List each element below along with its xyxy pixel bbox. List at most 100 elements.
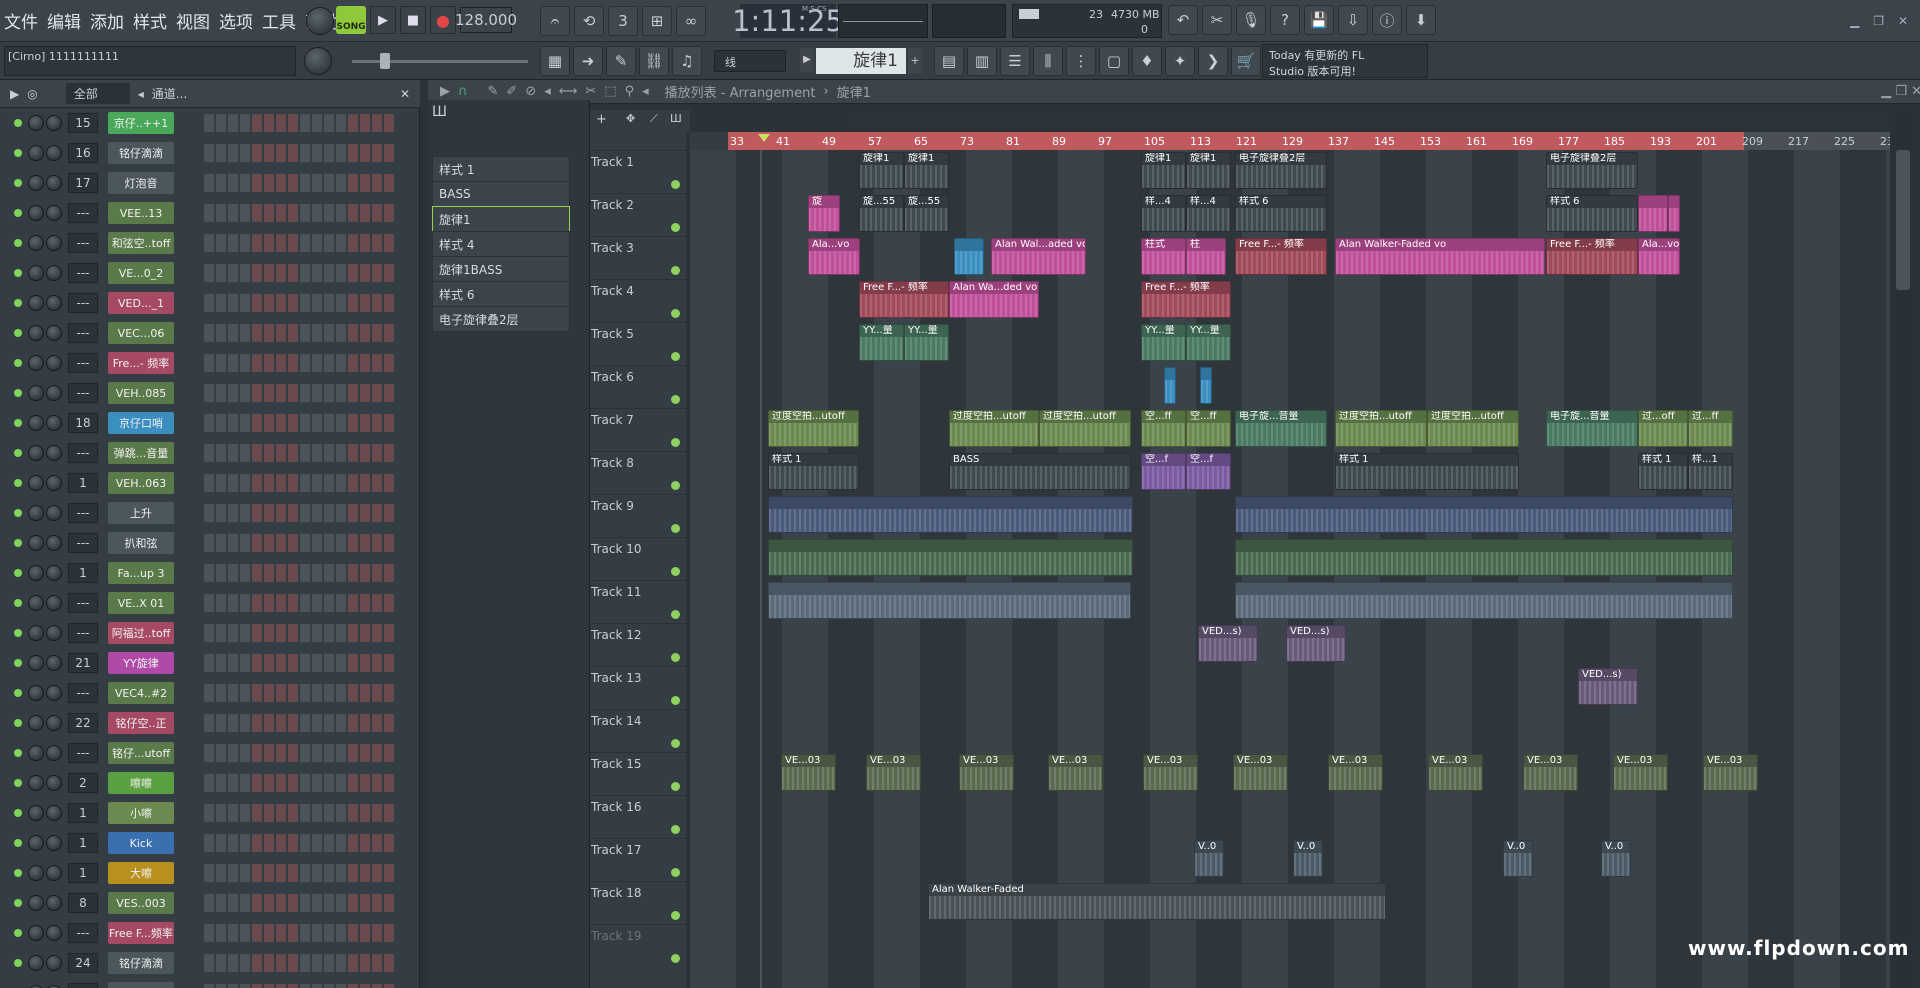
step-button[interactable] <box>240 984 250 988</box>
step-button[interactable] <box>252 534 262 552</box>
step-button[interactable] <box>300 294 310 312</box>
step-button[interactable] <box>204 534 214 552</box>
step-button[interactable] <box>276 744 286 762</box>
channel-pan-knob[interactable] <box>28 205 44 221</box>
step-button[interactable] <box>300 144 310 162</box>
step-button[interactable] <box>372 324 382 342</box>
step-button[interactable] <box>228 114 238 132</box>
step-button[interactable] <box>360 174 370 192</box>
step-button[interactable] <box>252 744 262 762</box>
step-button[interactable] <box>252 144 262 162</box>
link-icon[interactable]: ⛓ <box>639 46 669 76</box>
step-button[interactable] <box>372 204 382 222</box>
step-button[interactable] <box>288 684 298 702</box>
step-button[interactable] <box>276 204 286 222</box>
step-button[interactable] <box>348 564 358 582</box>
track-mute-led[interactable] <box>671 610 680 619</box>
step-button[interactable] <box>288 744 298 762</box>
step-button[interactable] <box>300 894 310 912</box>
step-button[interactable] <box>252 774 262 792</box>
playlist-clip[interactable]: 电子旋律叠2层 <box>1546 152 1638 189</box>
step-button[interactable] <box>336 174 346 192</box>
step-button[interactable] <box>360 294 370 312</box>
track-mute-led[interactable] <box>671 309 680 318</box>
mixer-icon[interactable]: ⫼ <box>1033 46 1063 76</box>
step-button[interactable] <box>276 144 286 162</box>
track-header[interactable]: Track 3 <box>590 236 686 279</box>
channel-volume-knob[interactable] <box>46 565 62 581</box>
step-button[interactable] <box>348 444 358 462</box>
step-button[interactable] <box>252 954 262 972</box>
channel-led[interactable] <box>14 419 22 427</box>
step-button[interactable] <box>264 174 274 192</box>
channel-led[interactable] <box>14 539 22 547</box>
step-button[interactable] <box>372 804 382 822</box>
step-button[interactable] <box>336 564 346 582</box>
menu-add[interactable]: 添加 <box>90 8 124 33</box>
step-button[interactable] <box>252 114 262 132</box>
step-button[interactable] <box>276 324 286 342</box>
step-button[interactable] <box>288 234 298 252</box>
step-button[interactable] <box>204 474 214 492</box>
channel-name-button[interactable]: 铭仔滴滴 <box>108 142 174 164</box>
step-button[interactable] <box>312 324 322 342</box>
step-button[interactable] <box>336 294 346 312</box>
step-button[interactable] <box>384 114 394 132</box>
step-button[interactable] <box>204 774 214 792</box>
track-mute-led[interactable] <box>671 223 680 232</box>
step-button[interactable] <box>252 204 262 222</box>
channel-name-button[interactable]: 弹跳...音量 <box>108 442 174 464</box>
step-button[interactable] <box>288 384 298 402</box>
step-button[interactable] <box>276 534 286 552</box>
track-header[interactable]: Track 4 <box>590 279 686 322</box>
step-button[interactable] <box>216 234 226 252</box>
channel-row[interactable]: --- Free F...频率 <box>0 918 420 948</box>
step-sequencer[interactable] <box>204 954 396 972</box>
playlist-clip[interactable]: 过...off <box>1638 410 1688 447</box>
step-button[interactable] <box>336 504 346 522</box>
step-button[interactable] <box>240 354 250 372</box>
step-button[interactable] <box>324 294 334 312</box>
step-button[interactable] <box>300 924 310 942</box>
playlist-clip[interactable]: VED...s) <box>1578 668 1638 705</box>
track-header[interactable]: Track 15 <box>590 752 686 795</box>
channel-volume-knob[interactable] <box>46 625 62 641</box>
playlist-clip[interactable]: VE...03 <box>1328 754 1383 791</box>
channel-volume-knob[interactable] <box>46 385 62 401</box>
step-sequencer[interactable] <box>204 714 396 732</box>
step-button[interactable] <box>252 924 262 942</box>
step-button[interactable] <box>276 984 286 988</box>
step-button[interactable] <box>312 804 322 822</box>
step-button[interactable] <box>324 804 334 822</box>
step-button[interactable] <box>300 744 310 762</box>
song-mode-button[interactable]: SONG <box>336 6 366 34</box>
step-button[interactable] <box>288 834 298 852</box>
step-button[interactable] <box>216 264 226 282</box>
channel-mixer-track[interactable]: --- <box>68 383 98 403</box>
scrollbar-thumb[interactable] <box>1896 150 1910 290</box>
add-track-icon[interactable]: + <box>596 112 607 127</box>
playlist-clip[interactable]: 旋律1 <box>904 152 949 189</box>
step-button[interactable] <box>324 744 334 762</box>
channel-name-button[interactable]: VEC4..#2 <box>108 682 174 704</box>
playlist-clip[interactable]: VE...03 <box>1048 754 1103 791</box>
step-button[interactable] <box>264 144 274 162</box>
step-button[interactable] <box>288 534 298 552</box>
maximize-icon[interactable]: ❐ <box>1873 14 1884 28</box>
playlist-clip[interactable]: 样式 6 <box>1235 195 1327 232</box>
channel-row[interactable]: 1 Al...aded <box>0 978 420 988</box>
track-mute-led[interactable] <box>671 782 680 791</box>
step-button[interactable] <box>288 354 298 372</box>
channel-pan-knob[interactable] <box>28 475 44 491</box>
step-button[interactable] <box>312 684 322 702</box>
step-button[interactable] <box>228 624 238 642</box>
channel-volume-knob[interactable] <box>46 745 62 761</box>
step-button[interactable] <box>216 474 226 492</box>
track-mute-led[interactable] <box>671 438 680 447</box>
step-button[interactable] <box>204 234 214 252</box>
channel-volume-knob[interactable] <box>46 295 62 311</box>
step-button[interactable] <box>312 234 322 252</box>
step-button[interactable] <box>252 354 262 372</box>
channel-led[interactable] <box>14 449 22 457</box>
step-button[interactable] <box>360 714 370 732</box>
